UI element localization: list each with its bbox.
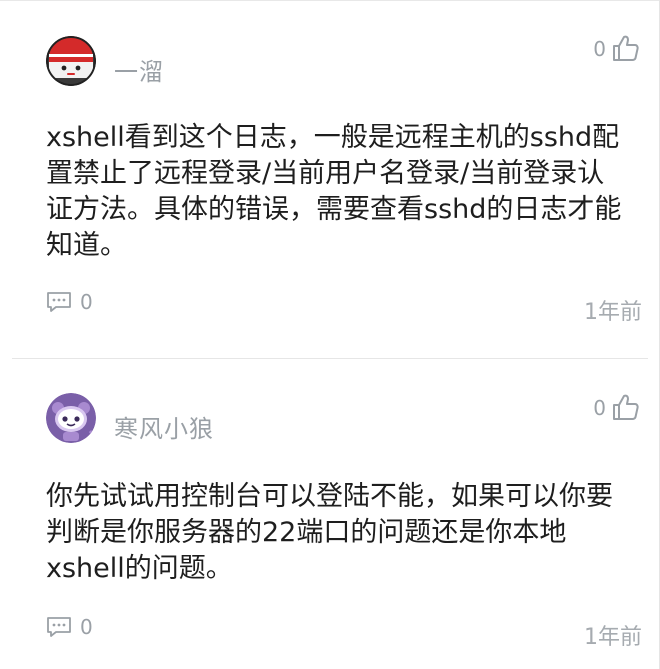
timestamp: 1年前: [584, 300, 642, 325]
ninja-avatar-icon: [46, 36, 96, 86]
username[interactable]: 寒风小狼: [114, 409, 214, 444]
comment-icon: [47, 292, 71, 312]
avatar[interactable]: [46, 393, 96, 443]
thumbs-up-icon: [613, 35, 639, 61]
like-count: 0: [593, 37, 606, 61]
reply-count: 0: [80, 290, 93, 314]
robot-avatar-icon: [46, 393, 96, 443]
comment-icon: [47, 617, 71, 637]
reply-button[interactable]: 0: [46, 615, 93, 639]
comment-item: 寒风小狼 0 你先试试用控制台可以登陆不能，如果可以你要判断是你服务器的22端口…: [12, 359, 648, 669]
comment-item: 一溜 0 xshell看到这个日志，一般是远程主机的sshd配置禁止了远程登录/…: [12, 0, 648, 359]
reply-button[interactable]: 0: [46, 290, 93, 314]
like-count: 0: [593, 396, 606, 420]
username[interactable]: 一溜: [114, 52, 164, 87]
reply-count: 0: [80, 615, 93, 639]
timestamp: 1年前: [584, 625, 642, 650]
comment-text: xshell看到这个日志，一般是远程主机的sshd配置禁止了远程登录/当前用户名…: [46, 122, 622, 261]
comment-text: 你先试试用控制台可以登陆不能，如果可以你要判断是你服务器的22端口的问题还是你本…: [46, 481, 613, 584]
like-button[interactable]: 0: [593, 393, 640, 421]
like-button[interactable]: 0: [593, 34, 640, 62]
thumbs-up-icon: [613, 394, 639, 420]
avatar[interactable]: [46, 36, 96, 86]
